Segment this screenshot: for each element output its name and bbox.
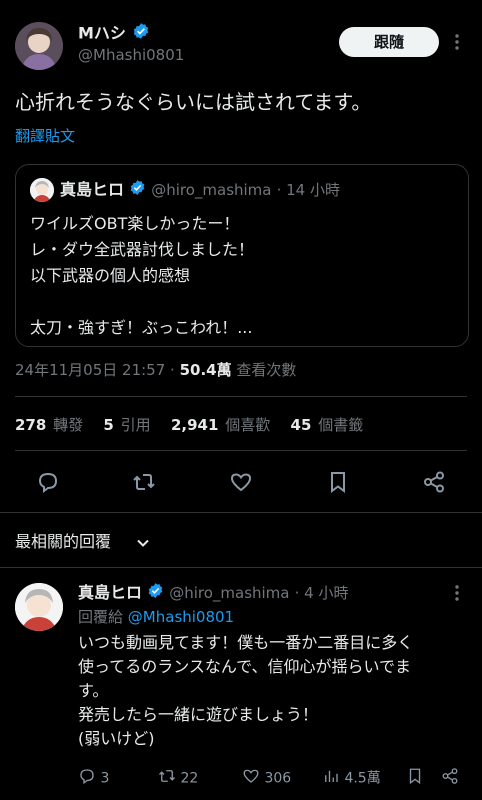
likes-count: 2,941 (170, 416, 219, 434)
author-name-row[interactable]: Mハシ (78, 22, 150, 46)
reply-line: 使ってるのランスなんで、信仰心が揺らいでま (78, 657, 411, 676)
quote-line: ワイルズOBT楽しかったー！ (30, 214, 240, 233)
replying-to-handle[interactable]: @Mhashi0801 (128, 608, 234, 626)
verified-badge-icon (132, 22, 150, 46)
sort-label: 最相關的回覆 (15, 532, 112, 551)
retweet-icon (158, 767, 176, 790)
reply-line: す。 (78, 681, 109, 700)
quote-author-handle: @hiro_mashima (151, 181, 272, 199)
divider (15, 396, 467, 397)
quotes-label: 引用 (120, 416, 151, 434)
views-label: 查看次數 (236, 361, 297, 379)
timestamp-row: 24年11月05日 21:57 · 50.4萬 查看次數 (15, 359, 296, 380)
reply-more-icon[interactable] (452, 583, 462, 603)
likes-stat[interactable]: 2,941 個喜歡 (171, 416, 270, 434)
divider (0, 512, 482, 513)
views-count: 50.4萬 (179, 361, 232, 379)
reply-icon[interactable] (36, 470, 60, 498)
bookmarks-label: 個書籤 (318, 416, 364, 434)
replying-to: 回覆給 @Mhashi0801 (78, 606, 234, 628)
retweets-stat[interactable]: 278 轉發 (15, 416, 83, 434)
reply-line: いつも動画見てます！僕も一番か二番目に多く (78, 633, 414, 652)
retweets-count: 278 (15, 416, 47, 434)
share-icon[interactable] (441, 767, 459, 789)
stats-row: 278 轉發 5 引用 2,941 個喜歡 45 個書籤 (15, 414, 363, 435)
heart-icon (242, 767, 260, 790)
share-icon[interactable] (422, 470, 446, 498)
reply-author-avatar[interactable] (15, 583, 63, 631)
reply-line: 発売したら一緒に遊びましょう！ (78, 705, 319, 724)
divider (15, 450, 467, 451)
reply-author-handle: @hiro_mashima (169, 584, 290, 602)
author-name: Mハシ (78, 23, 126, 43)
bookmarks-stat[interactable]: 45 個書籤 (291, 416, 364, 434)
quote-line (30, 289, 254, 315)
like-count: 306 (264, 770, 292, 787)
reply-like-button[interactable]: 306 (242, 767, 291, 790)
bookmark-icon[interactable] (406, 767, 424, 789)
divider (0, 567, 482, 568)
quote-line: 以下武器の個人的感想 (30, 266, 191, 285)
bookmarks-count: 45 (290, 416, 312, 434)
quote-time: · 14 小時 (276, 181, 340, 199)
retweet-count: 22 (180, 770, 199, 787)
author-handle[interactable]: @Mhashi0801 (78, 46, 184, 64)
likes-label: 個喜歡 (225, 416, 271, 434)
reply-author-name: 真島ヒロ (78, 583, 143, 602)
quotes-count: 5 (103, 416, 114, 434)
like-icon[interactable] (229, 470, 253, 498)
retweet-icon[interactable] (132, 470, 156, 498)
reply-time: · 4 小時 (294, 584, 349, 602)
quote-line: 太刀・強すぎ！ぶっこわれ！... (30, 318, 253, 337)
translate-link[interactable]: 翻譯貼文 (15, 125, 75, 146)
reply-retweet-button[interactable]: 22 (158, 767, 198, 790)
comment-icon (78, 767, 96, 790)
quoted-tweet[interactable]: 真島ヒロ @hiro_mashima · 14 小時 ワイルズOBT楽しかったー… (15, 164, 469, 347)
quote-author-row: 真島ヒロ @hiro_mashima · 14 小時 (60, 178, 340, 203)
analytics-icon (322, 767, 340, 790)
quote-author-name: 真島ヒロ (60, 180, 125, 199)
reply-text: いつも動画見てます！僕も一番か二番目に多く 使ってるのランスなんで、信仰心が揺ら… (78, 631, 413, 751)
reply-views-button[interactable]: 4.5萬 (322, 767, 381, 790)
author-avatar[interactable] (15, 22, 63, 70)
bookmark-icon[interactable] (326, 470, 350, 498)
tweet-text: 心折れそうなぐらいには試されてます。 (15, 90, 372, 114)
reply-line: (弱いけど) (78, 729, 155, 748)
reply-author-row[interactable]: 真島ヒロ @hiro_mashima · 4 小時 (78, 581, 348, 606)
views-count: 4.5萬 (344, 770, 381, 787)
quote-line: レ・ダウ全武器討伐しました！ (30, 240, 255, 259)
replying-to-label: 回覆給 (78, 608, 124, 626)
chevron-down-icon (135, 534, 151, 558)
reply-reply-button[interactable]: 3 (78, 767, 109, 790)
verified-badge-icon (129, 179, 146, 203)
quote-text: ワイルズOBT楽しかったー！ レ・ダウ全武器討伐しました！ 以下武器の個人的感想… (30, 211, 254, 341)
reply-count: 3 (100, 770, 110, 787)
verified-badge-icon (147, 582, 164, 606)
separator-dot: · (170, 361, 175, 379)
sort-replies-dropdown[interactable]: 最相關的回覆 (15, 530, 149, 554)
quote-author-avatar (30, 178, 54, 202)
follow-button[interactable]: 跟隨 (339, 27, 439, 57)
retweets-label: 轉發 (53, 416, 84, 434)
tweet-timestamp[interactable]: 24年11月05日 21:57 (15, 361, 165, 379)
quotes-stat[interactable]: 5 引用 (103, 416, 150, 434)
more-options-icon[interactable] (452, 32, 462, 52)
